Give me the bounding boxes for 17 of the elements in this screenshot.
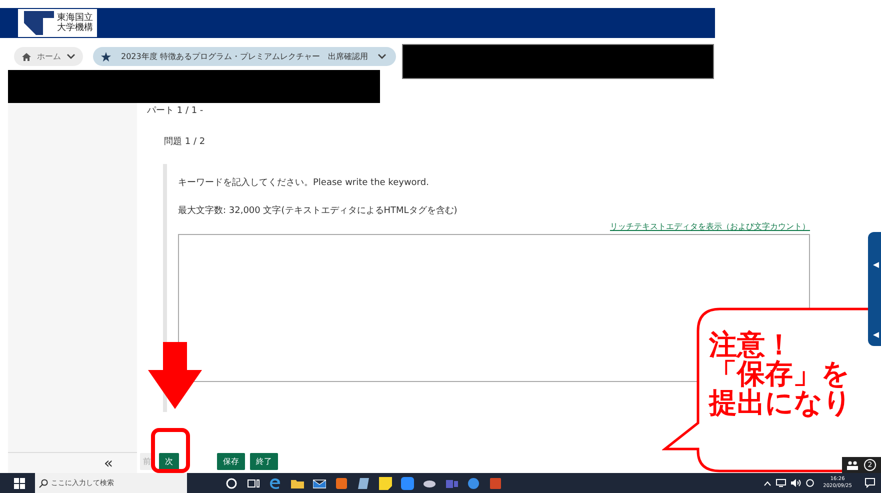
part-heading: パート 1 / 1 - [147, 105, 204, 117]
callout-text: 「保存」を [709, 359, 851, 388]
collapse-button[interactable]: « [104, 454, 113, 472]
question-heading: 問題 1 / 2 [164, 136, 206, 148]
nav-button[interactable]: 次 [159, 453, 179, 470]
rich-editor-link[interactable]: リッチテキストエディタを表示（および文字カウント） [610, 221, 810, 232]
logo-text: 東海国立 [57, 13, 93, 23]
limit-text: 最大文字数: 32,000 文字(テキストエディタによるHTMLタグを含む) [178, 204, 458, 217]
nav-button[interactable]: 終了 [250, 453, 278, 470]
callout-text: 注意！ [709, 330, 794, 359]
nav-button[interactable]: 保存 [217, 453, 245, 470]
breadcrumb-item[interactable]: ホーム [14, 47, 83, 66]
breadcrumb-item[interactable]: 2023年度 特徴あるプログラム・プレミアムレクチャー 出席確認用 [93, 47, 396, 66]
logo[interactable]: 東海国立 大学機構 [18, 9, 97, 37]
callout-text: 提出になり [709, 388, 852, 417]
question-text: キーワードを記入してください。Please write the keyword. [178, 176, 430, 189]
logo-text: 大学機構 [57, 23, 93, 33]
